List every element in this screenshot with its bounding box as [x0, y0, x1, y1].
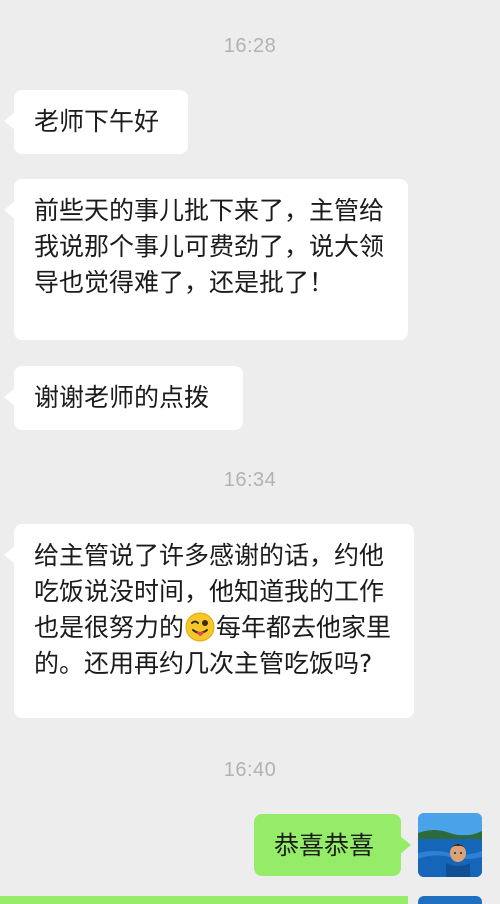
incoming-message-bubble[interactable]: 老师下午好 [4, 90, 188, 154]
incoming-message-bubble[interactable]: 谢谢老师的点拨 [4, 366, 243, 430]
incoming-message-bubble[interactable]: 前些天的事儿批下来了，主管给我说那个事儿可费劲了，说大领导也觉得难了，还是批了！ [4, 179, 408, 340]
chat-message-list[interactable]: 16:28 老师下午好 前些天的事儿批下来了，主管给我说那个事儿可费劲了，说大领… [0, 0, 500, 904]
incoming-message-bubble[interactable]: 给主管说了许多感谢的话，约他吃饭说没时间，他知道我的工作也是很努力的 每年都去他… [4, 524, 414, 718]
message-timestamp: 16:40 [223, 759, 277, 781]
next-user-avatar [418, 896, 482, 904]
user-avatar[interactable] [418, 813, 482, 877]
winking-face-with-tongue-icon [185, 612, 215, 642]
next-outgoing-message-bubble [0, 896, 408, 904]
message-timestamp: 16:28 [223, 35, 277, 57]
message-timestamp: 16:34 [223, 469, 277, 491]
outgoing-message-bubble[interactable]: 恭喜恭喜 [254, 814, 411, 876]
